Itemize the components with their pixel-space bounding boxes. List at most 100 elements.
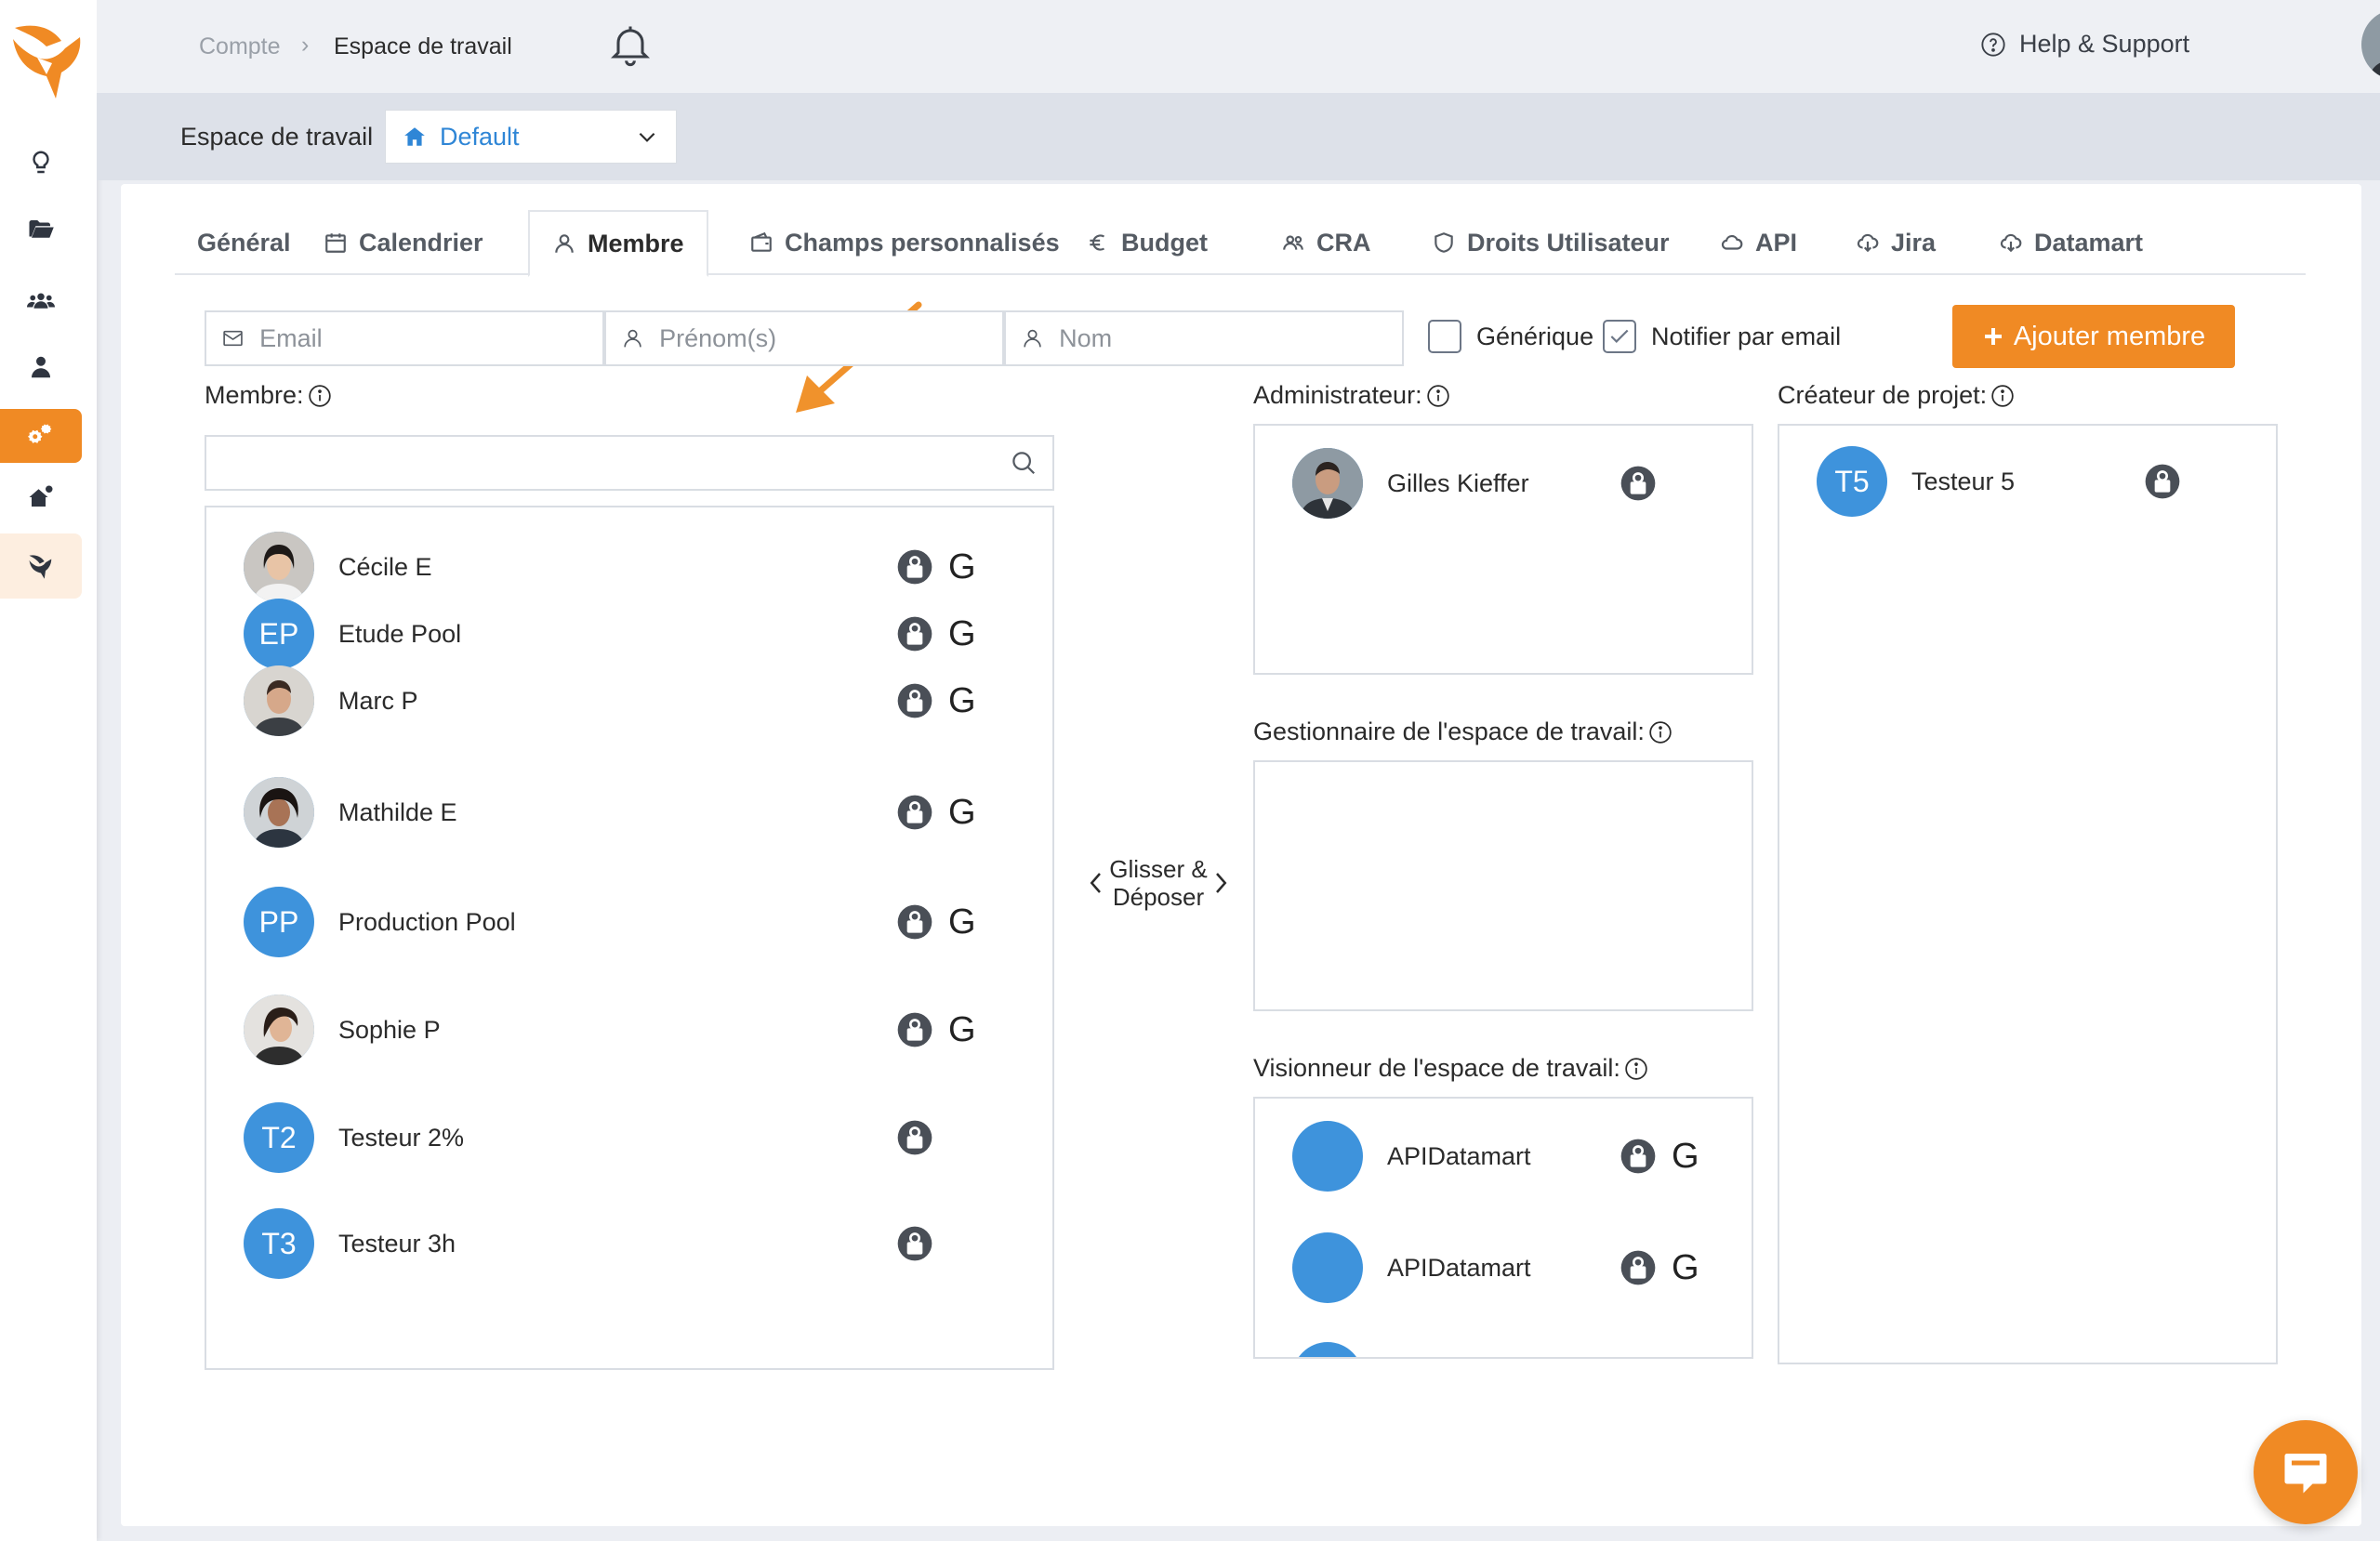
chevron-down-icon [639,132,655,142]
tab-budget[interactable]: Budget [1064,210,1230,275]
firstname-field[interactable] [604,310,1004,366]
main-panel: Général Calendrier Membre Champs personn… [121,184,2361,1526]
manager-drop-zone[interactable] [1253,760,1753,1011]
tab-jira[interactable]: Jira [1833,210,1958,275]
generic-flag: G [1672,1136,1699,1176]
add-member-button[interactable]: Ajouter membre [1952,305,2235,368]
notify-email-checkbox[interactable]: Notifier par email [1603,320,1841,353]
lock-user-icon[interactable] [896,682,933,719]
viewer-drop-zone[interactable]: APIDatamart G APIDatamart G [1253,1097,1753,1359]
info-icon[interactable] [1990,384,2015,408]
member-name: Testeur 3h [338,1229,456,1258]
manager-section-title: Gestionnaire de l'espace de travail: [1253,718,1645,745]
member-name: Sophie P [338,1015,441,1044]
creator-drop-zone[interactable]: T5 Testeur 5 [1778,424,2278,1364]
list-item[interactable]: Mathilde E G [244,775,1006,850]
user-photo-icon [244,994,314,1065]
lastname-input[interactable] [1059,323,1387,353]
lock-user-icon[interactable] [896,1225,933,1262]
member-name: Testeur 5 [1911,467,2016,495]
lock-user-icon[interactable] [1620,465,1657,502]
lock-user-icon[interactable] [896,1011,933,1048]
tab-calendar[interactable]: Calendrier [301,210,506,275]
tab-api[interactable]: API [1698,210,1819,275]
lock-user-icon[interactable] [896,903,933,941]
list-item[interactable]: Marc P G [244,664,1006,738]
lock-user-icon[interactable] [896,794,933,831]
tab-budget-label: Budget [1121,228,1208,257]
list-item[interactable]: Cécile E G [244,530,1006,604]
member-search[interactable] [205,435,1054,491]
bell-icon[interactable] [606,20,654,69]
member-name: APIDatamart [1387,1253,1531,1282]
list-item[interactable]: EP Etude Pool G [244,597,1006,671]
sidebar-item-profile[interactable] [0,340,82,394]
tab-custom-fields[interactable]: Champs personnalisés [727,210,1082,275]
list-item[interactable]: T2 Testeur 2% [244,1100,1006,1175]
list-item[interactable]: Gilles Kieffer [1292,446,1748,520]
info-icon[interactable] [1426,384,1450,408]
generic-flag: G [948,547,976,586]
lock-user-icon[interactable] [2144,463,2181,500]
notify-email-checkbox-box[interactable] [1603,320,1636,353]
cloud-icon [1721,234,1743,250]
list-item[interactable]: APIDatamart G [1292,1231,1748,1305]
list-item[interactable]: T5 Testeur 5 [1817,444,2272,519]
avatar [1292,1232,1363,1303]
email-input[interactable] [259,323,588,353]
user-icon [32,356,50,378]
lock-user-icon[interactable] [1620,1138,1657,1175]
sidebar [0,0,97,1541]
help-support-link[interactable]: Help & Support [1980,30,2189,59]
chat-button[interactable] [2254,1420,2358,1524]
tab-cra[interactable]: CRA [1259,210,1394,275]
lock-user-icon[interactable] [1620,1249,1657,1286]
avatar: PP [244,887,314,957]
sidebar-item-brand[interactable] [0,533,82,599]
sidebar-item-settings[interactable] [0,409,82,463]
tab-members[interactable]: Membre [528,210,708,277]
avatar: T2 [244,1102,314,1173]
list-item[interactable]: PP Production Pool G [244,885,1006,959]
app-logo-icon[interactable] [9,20,84,104]
drag-drop-hint: Glisser & Déposer [1084,855,1233,911]
lock-user-icon[interactable] [896,1119,933,1156]
admin-drop-zone[interactable]: Gilles Kieffer [1253,424,1753,675]
tab-user-rights[interactable]: Droits Utilisateur [1409,210,1692,275]
viewer-section-title: Visionneur de l'espace de travail: [1253,1054,1620,1082]
member-name: Marc P [338,686,418,715]
avatar [244,665,314,736]
breadcrumb-parent[interactable]: Compte [199,33,281,60]
generic-checkbox[interactable]: Générique [1428,320,1593,353]
info-icon[interactable] [1624,1057,1648,1081]
sidebar-item-projects[interactable] [0,203,82,257]
list-item[interactable]: Sophie P G [244,993,1006,1067]
workspace-select[interactable]: Default [385,110,677,164]
generic-checkbox-box[interactable] [1428,320,1461,353]
avatar [1292,1121,1363,1192]
envelope-icon [223,330,243,347]
house-gear-icon [29,485,53,507]
lastname-field[interactable] [1004,310,1404,366]
member-search-input[interactable] [221,448,1010,478]
user-photo-icon [244,532,314,602]
info-icon[interactable] [308,384,332,408]
shield-icon [1435,232,1453,253]
user-avatar[interactable] [2361,9,2380,80]
viewer-section-label: Visionneur de l'espace de travail: [1253,1054,1648,1083]
list-item[interactable]: APIDatamart G [1292,1119,1748,1193]
sidebar-item-teams[interactable] [0,273,82,327]
lock-user-icon[interactable] [896,548,933,586]
sidebar-item-workspace[interactable] [0,470,82,524]
tab-general-label: Général [197,228,291,257]
tab-jira-label: Jira [1891,228,1937,257]
list-item[interactable]: T3 Testeur 3h [244,1206,1006,1281]
email-field[interactable] [205,310,604,366]
tab-general[interactable]: Général [175,210,313,275]
firstname-input[interactable] [659,323,987,353]
search-icon[interactable] [1010,449,1038,477]
sidebar-item-ideas[interactable] [0,136,82,190]
lock-user-icon[interactable] [896,615,933,652]
tab-datamart[interactable]: Datamart [1977,210,2165,275]
info-icon[interactable] [1648,720,1673,744]
